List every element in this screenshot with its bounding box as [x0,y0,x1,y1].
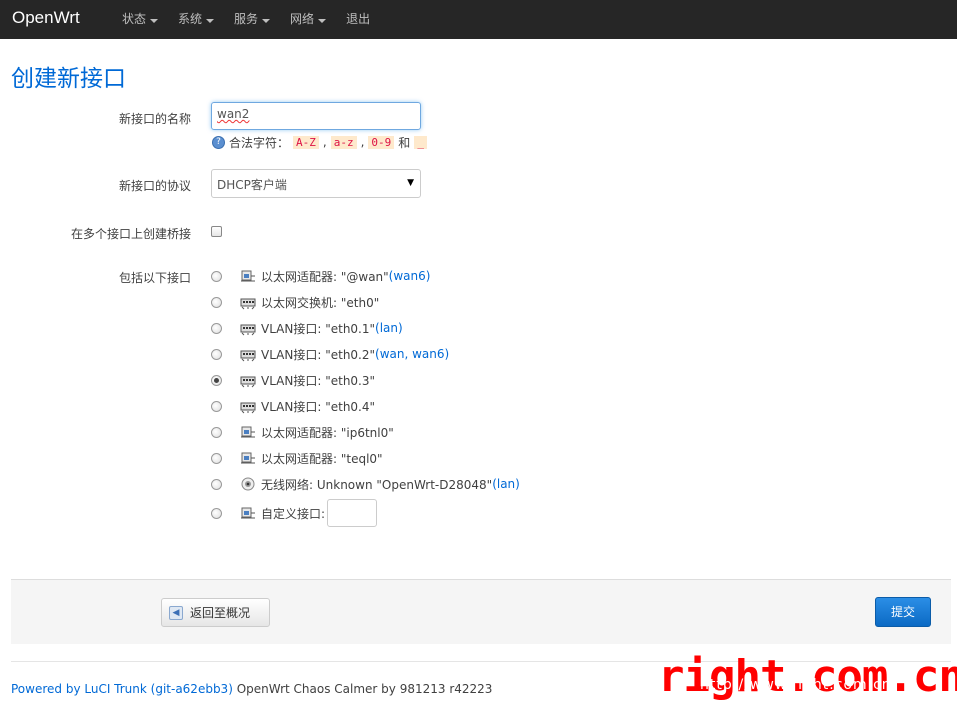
interface-radio[interactable] [211,507,222,519]
switch-icon [240,372,256,388]
interface-radio[interactable] [211,348,222,360]
interface-label: VLAN接口: "eth0.3" [261,373,376,388]
interface-label: 以太网适配器: "@wan" [261,269,389,284]
dropdown-arrow-icon: ▼ [407,178,414,188]
interface-label: VLAN接口: "eth0.4" [261,399,376,414]
interface-network-links[interactable]: (wan, wan6) [375,347,449,361]
menu-system-label: 系统 [178,12,203,26]
interface-row[interactable]: 无线网络: Unknown "OpenWrt-D28048" (lan) [211,474,520,494]
interface-row[interactable]: VLAN接口: "eth0.4" [211,396,375,416]
menu-status-label: 状态 [122,12,147,26]
hint-code-upper: A-Z [293,135,319,149]
hint-code-underscore: _ [414,135,427,149]
firmware-version: OpenWrt Chaos Calmer by 981213 r42223 [232,682,493,696]
caret-down-icon [206,18,215,23]
submit-button[interactable]: 提交 [875,597,931,627]
luci-link[interactable]: Powered by LuCI Trunk (git-a62ebb3) [11,682,233,696]
interface-network-links[interactable]: (wan6) [389,269,431,283]
interface-row[interactable]: 以太网交换机: "eth0" [211,292,379,312]
interface-row[interactable]: VLAN接口: "eth0.2" (wan, wan6) [211,344,449,364]
caret-down-icon [318,18,327,23]
caret-down-icon [150,18,159,23]
interface-row[interactable]: 以太网适配器: "teql0" [211,448,383,468]
brand-logo[interactable]: OpenWrt [12,8,80,28]
menu-system[interactable]: 系统 [168,0,224,39]
protocol-select[interactable]: DHCP客户端 ▼ [211,169,421,198]
footer: Powered by LuCI Trunk (git-a62ebb3) Open… [11,682,492,696]
interface-label: 无线网络: Unknown "OpenWrt-D28048" [261,477,493,492]
switch-icon [240,398,256,414]
interface-radio[interactable] [211,478,222,490]
menu-network-label: 网络 [290,12,315,26]
help-icon: ? [212,135,225,149]
ethernet-adapter-icon [240,450,256,466]
watermark-url: http://www.right.com.cn [700,677,892,693]
page-title: 创建新接口 [11,66,126,92]
hint-prefix: 合法字符： [229,135,290,150]
interface-radio[interactable] [211,374,222,386]
interface-network-links[interactable]: (lan) [375,321,403,335]
include-interfaces-label: 包括以下接口 [118,271,191,285]
interface-label: 以太网交换机: "eth0" [261,295,380,310]
menu-services-label: 服务 [234,12,259,26]
valid-chars-hint: ? 合法字符： A-Z, a-z, 0-9 和 _ [212,133,427,151]
interface-name-label: 新接口的名称 [118,112,191,126]
interface-label: 以太网适配器: "teql0" [261,451,383,466]
wireless-icon [240,476,256,492]
custom-interface-input[interactable] [327,499,378,527]
ethernet-adapter-icon [240,268,256,284]
interface-row[interactable]: 以太网适配器: "@wan" (wan6) [211,266,430,286]
interface-row[interactable]: VLAN接口: "eth0.1" (lan) [211,318,403,338]
hint-code-digits: 0-9 [368,135,395,149]
interface-radio[interactable] [211,322,222,334]
interface-row[interactable]: 以太网适配器: "ip6tnl0" [211,422,394,442]
interface-radio[interactable] [211,452,222,464]
caret-down-icon [262,18,271,23]
menu-logout[interactable]: 退出 [336,0,380,39]
switch-icon [240,346,256,362]
interface-radio[interactable] [211,270,222,282]
back-arrow-icon: ◀ [169,605,183,620]
menu-logout-label: 退出 [346,12,371,26]
interface-network-links[interactable]: (lan) [492,477,520,491]
interface-label: 以太网适配器: "ip6tnl0" [261,425,394,440]
back-button-label: 返回至概况 [190,606,251,620]
hint-code-lower: a-z [330,135,357,149]
interface-row[interactable]: VLAN接口: "eth0.3" [211,370,375,390]
hint-and: 和 [398,135,411,150]
interface-radio[interactable] [211,426,222,438]
bridge-label: 在多个接口上创建桥接 [70,227,191,241]
top-navbar: OpenWrt 状态 系统 服务 网络 退出 [0,0,957,39]
protocol-label: 新接口的协议 [118,179,191,193]
interface-name-value: wan2 [217,107,250,121]
interface-row[interactable]: 自定义接口: [211,498,378,528]
back-to-overview-button[interactable]: ◀ 返回至概况 [161,598,270,627]
interface-name-input[interactable]: wan2 [211,102,421,130]
interface-label: VLAN接口: "eth0.2" [261,347,376,362]
protocol-value: DHCP客户端 [217,178,287,192]
menu-services[interactable]: 服务 [224,0,280,39]
interface-label: 自定义接口: [261,506,326,521]
interface-radio[interactable] [211,296,222,308]
interface-label: VLAN接口: "eth0.1" [261,321,376,336]
main-menu: 状态 系统 服务 网络 退出 [112,0,380,39]
menu-network[interactable]: 网络 [280,0,336,39]
interface-radio[interactable] [211,400,222,412]
ethernet-adapter-icon [240,505,256,521]
switch-icon [240,320,256,336]
bridge-checkbox[interactable] [211,226,222,237]
form-actions-bar: ◀ 返回至概况 提交 [11,579,951,644]
switch-icon [240,294,256,310]
menu-status[interactable]: 状态 [112,0,168,39]
ethernet-adapter-icon [240,424,256,440]
